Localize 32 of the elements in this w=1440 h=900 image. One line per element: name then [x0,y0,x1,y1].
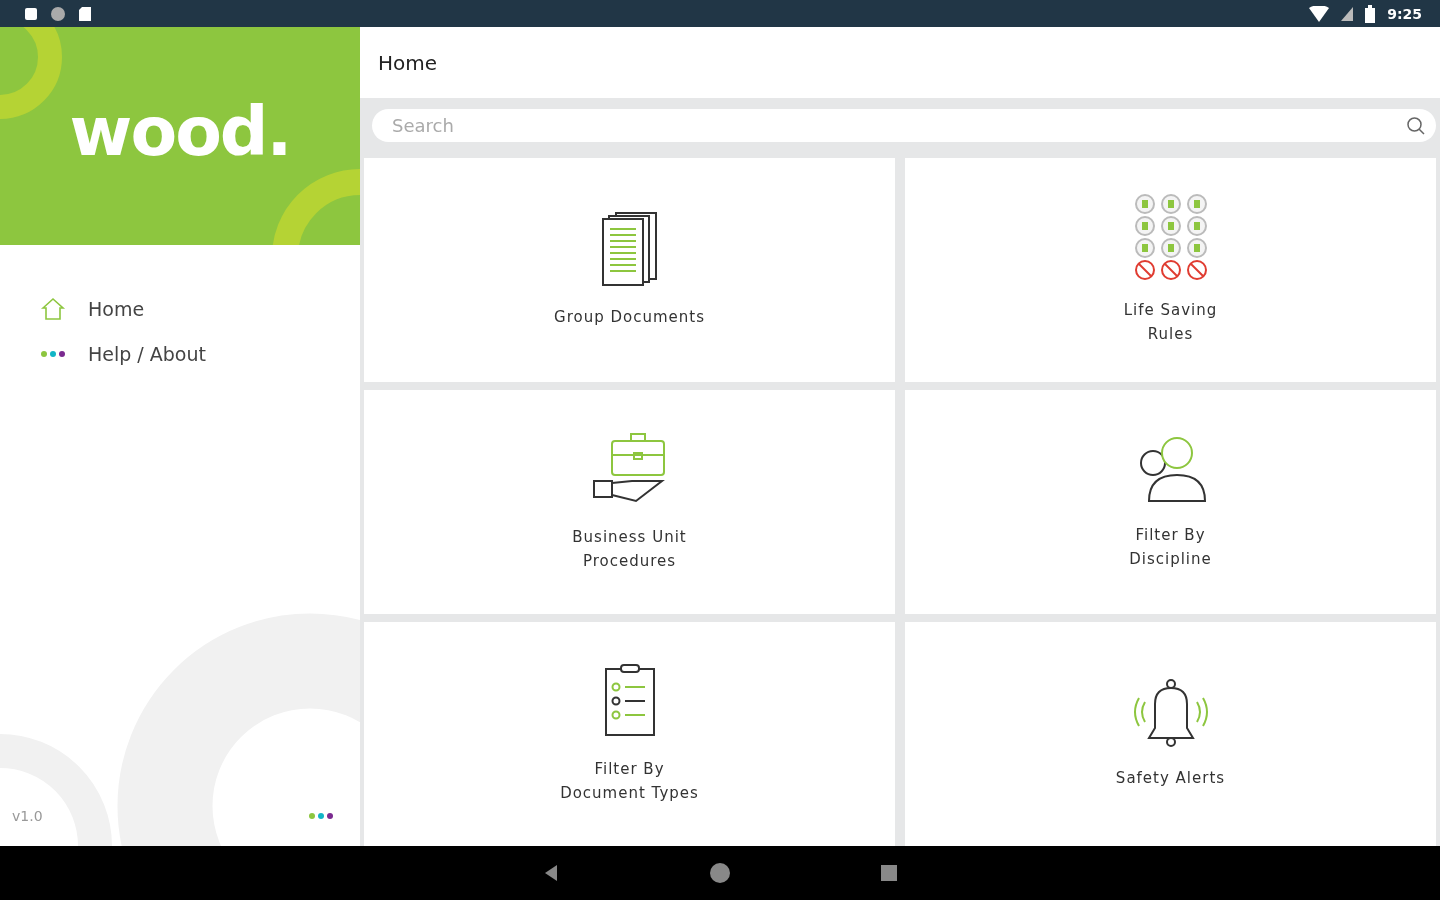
dots-icon [308,812,334,820]
nav-item[interactable]: Help / About [88,343,206,365]
menu-tile[interactable]: Safety Alerts [905,622,1436,846]
version-label: v1.0 [12,808,43,824]
signal-icon [1341,6,1354,21]
tile-label: Group Documents [554,307,705,328]
tile-label: Life Saving Rules [1123,300,1218,345]
clipboard-list-icon [602,663,657,739]
home-button-icon[interactable] [709,862,731,884]
tile-label: Business Unit Procedures [572,527,687,572]
menu-tile[interactable]: Business Unit Procedures [364,390,895,614]
home-icon [40,297,66,321]
menu-tile[interactable]: Group Documents [364,158,895,382]
tile-label: Filter By Discipline [1129,525,1212,570]
menu-tile[interactable]: Filter By Discipline [905,390,1436,614]
battery-icon [1365,4,1376,23]
tile-label: Safety Alerts [1115,768,1226,789]
status-time: 9:25 [1387,5,1422,22]
tile-label: Filter By Document Types [560,759,699,804]
logo-text: wood. [69,91,291,171]
menu-tile[interactable]: Life Saving Rules [905,158,1436,382]
wifi-icon [1309,5,1330,22]
search-icon[interactable] [1406,116,1426,136]
dots-icon [40,350,66,358]
documents-icon [599,211,660,287]
sd-card-icon [78,5,92,22]
nav-item[interactable]: Home [88,298,145,320]
menu-tile[interactable]: Filter By Document Types [364,622,895,846]
rule-signs-icon [1132,194,1209,280]
page-title: Home [378,50,438,75]
search-field[interactable]: Search [372,109,1436,142]
back-icon[interactable] [543,864,559,882]
